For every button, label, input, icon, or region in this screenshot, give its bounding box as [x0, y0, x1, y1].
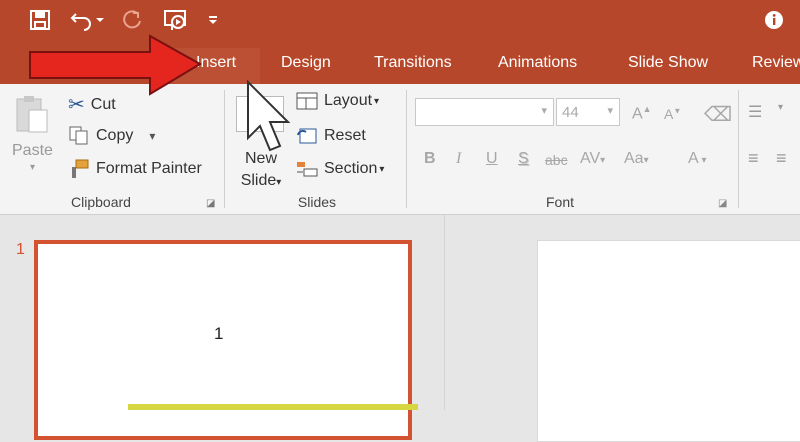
red-arrow-annotation	[29, 34, 202, 96]
mouse-pointer-icon	[247, 80, 291, 152]
